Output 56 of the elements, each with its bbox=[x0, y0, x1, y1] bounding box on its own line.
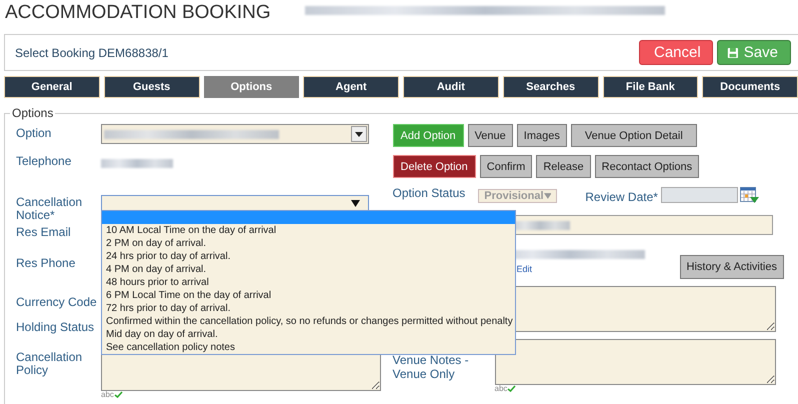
history-activities-button[interactable]: History & Activities bbox=[680, 255, 784, 279]
save-icon bbox=[727, 46, 739, 60]
booking-label: Select Booking DEM68838/1 bbox=[15, 46, 168, 62]
dropdown-option[interactable]: See cancellation policy notes bbox=[102, 341, 515, 354]
field-label: Cancellation Notice* bbox=[16, 196, 84, 224]
field-label: Holding Status bbox=[16, 321, 96, 336]
option-button[interactable]: Venue Option Detail bbox=[570, 124, 697, 147]
field-label: Currency Code bbox=[16, 296, 98, 311]
field-label: Option bbox=[16, 127, 52, 142]
field-label: Venue Notes - bbox=[392, 353, 470, 367]
caret-icon bbox=[544, 193, 552, 199]
field-label: Res Phone bbox=[16, 257, 76, 272]
fieldset-legend: Options bbox=[10, 106, 56, 120]
check-icon bbox=[507, 385, 516, 392]
dropdown-option[interactable]: Mid day on day of arrival. bbox=[102, 328, 515, 341]
review-date-field[interactable] bbox=[660, 187, 738, 203]
option-select[interactable] bbox=[101, 124, 369, 144]
tab[interactable]: Documents bbox=[702, 76, 798, 98]
option-button[interactable]: Images bbox=[516, 124, 567, 147]
tab[interactable]: Agent bbox=[303, 76, 399, 98]
page-title: ACCOMMODATION BOOKING bbox=[5, 2, 272, 24]
dropdown-option[interactable]: Confirmed within the cancellation policy, so no refunds or changes permitted without penalty bbox=[102, 315, 515, 328]
dropdown-option[interactable]: 72 hrs prior to day of arrival. bbox=[102, 302, 515, 315]
tab[interactable]: File Bank bbox=[602, 76, 698, 98]
cancellation-notice-select[interactable] bbox=[101, 195, 369, 211]
field-label: Res Email bbox=[16, 226, 72, 241]
tab[interactable]: Guests bbox=[104, 76, 200, 98]
spellcheck-label: abc bbox=[101, 391, 114, 398]
edit-link[interactable]: Edit bbox=[516, 264, 680, 274]
calendar-icon[interactable] bbox=[740, 187, 759, 204]
option-button[interactable]: Venue bbox=[468, 124, 513, 147]
field-label: Cancellation Policy bbox=[16, 351, 84, 379]
dropdown-option[interactable]: 2 PM on day of arrival. bbox=[102, 237, 515, 250]
dropdown-option[interactable]: 48 hours prior to arrival bbox=[102, 276, 515, 289]
caret-icon bbox=[355, 132, 363, 136]
tab[interactable]: Searches bbox=[502, 76, 598, 98]
redacted-text bbox=[101, 159, 173, 168]
field-label: Telephone bbox=[16, 155, 72, 170]
dropdown-option[interactable]: 24 hrs prior to day of arrival. bbox=[102, 250, 515, 263]
check-icon bbox=[114, 391, 123, 398]
field-label: Option Status bbox=[392, 186, 466, 200]
field-label: Venue Only bbox=[392, 367, 456, 381]
caret-icon bbox=[351, 200, 360, 206]
tab[interactable]: General bbox=[4, 76, 100, 98]
dropdown-option[interactable]: 6 PM Local Time on the day of arrival bbox=[102, 289, 515, 302]
dropdown-option[interactable]: 4 PM on day of arrival. bbox=[102, 263, 515, 276]
tab[interactable]: Options bbox=[204, 76, 300, 98]
field-label: Review Date* bbox=[585, 190, 658, 204]
option-button[interactable]: Delete Option bbox=[392, 155, 476, 178]
tab[interactable]: Audit bbox=[403, 76, 499, 98]
option-button[interactable]: Release bbox=[536, 155, 591, 178]
venue-notes-field[interactable] bbox=[494, 339, 776, 385]
option-button[interactable]: Recontact Options bbox=[594, 155, 700, 178]
option-button[interactable]: Confirm bbox=[480, 155, 532, 178]
spellcheck-label: abc bbox=[494, 385, 508, 392]
dropdown-option[interactable]: 10 AM Local Time on the day of arrival bbox=[102, 224, 515, 237]
